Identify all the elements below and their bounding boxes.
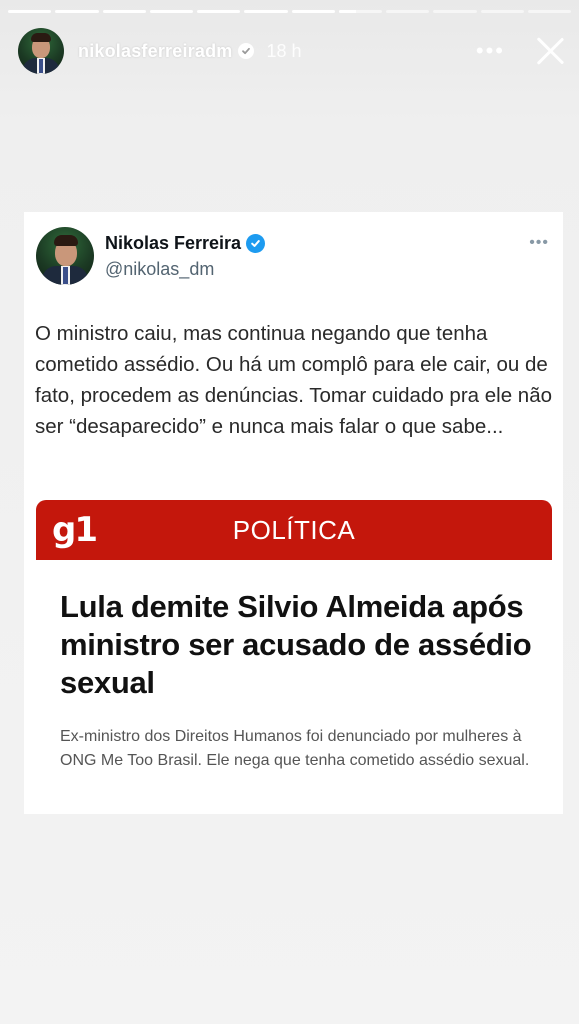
progress-segment — [102, 10, 146, 13]
progress-segment — [149, 10, 193, 13]
tweet-author-name[interactable]: Nikolas Ferreira — [105, 233, 266, 254]
story-username[interactable]: nikolasferreiradm — [78, 41, 232, 62]
article-image[interactable]: g1 POLÍTICA Lula demite Silvio Almeida a… — [36, 500, 552, 800]
progress-fill — [291, 10, 335, 13]
close-icon[interactable] — [535, 36, 565, 66]
story-header: nikolasferreiradm 18 h ••• — [18, 27, 565, 75]
progress-fill — [55, 10, 99, 13]
progress-segment — [8, 10, 52, 13]
verified-badge-icon — [238, 43, 255, 59]
progress-fill — [102, 10, 146, 13]
progress-fill — [244, 10, 288, 13]
story-avatar[interactable] — [18, 28, 64, 74]
tweet-avatar[interactable] — [36, 227, 94, 285]
article-subtitle: Ex-ministro dos Direitos Humanos foi den… — [60, 728, 530, 769]
tweet-card[interactable]: Nikolas Ferreira @nikolas_dm ••• O minis… — [24, 212, 563, 814]
progress-fill — [338, 10, 357, 13]
article-headline: Lula demite Silvio Almeida após ministro… — [60, 589, 532, 700]
progress-segment — [55, 10, 99, 13]
tweet-author-label: Nikolas Ferreira — [105, 233, 242, 253]
verified-badge-icon — [246, 234, 266, 253]
progress-fill — [197, 10, 241, 13]
progress-segment — [244, 10, 288, 13]
progress-segment — [527, 10, 571, 13]
article-section: POLÍTICA — [232, 515, 356, 545]
tweet-text: O ministro caiu, mas continua negando qu… — [35, 322, 553, 438]
progress-segment — [197, 10, 241, 13]
more-icon[interactable]: ••• — [529, 234, 549, 252]
progress-segment — [291, 10, 335, 13]
more-icon[interactable]: ••• — [476, 40, 505, 62]
article-header-bar: g1 POLÍTICA — [36, 500, 552, 560]
progress-segment — [480, 10, 524, 13]
progress-segment — [338, 10, 382, 13]
progress-segment — [386, 10, 430, 13]
tweet-author-handle[interactable]: @nikolas_dm — [105, 259, 214, 280]
story-progress-bar — [8, 10, 571, 13]
progress-segment — [433, 10, 477, 13]
progress-fill — [8, 10, 52, 13]
progress-fill — [149, 10, 193, 13]
story-timestamp: 18 h — [266, 40, 302, 61]
